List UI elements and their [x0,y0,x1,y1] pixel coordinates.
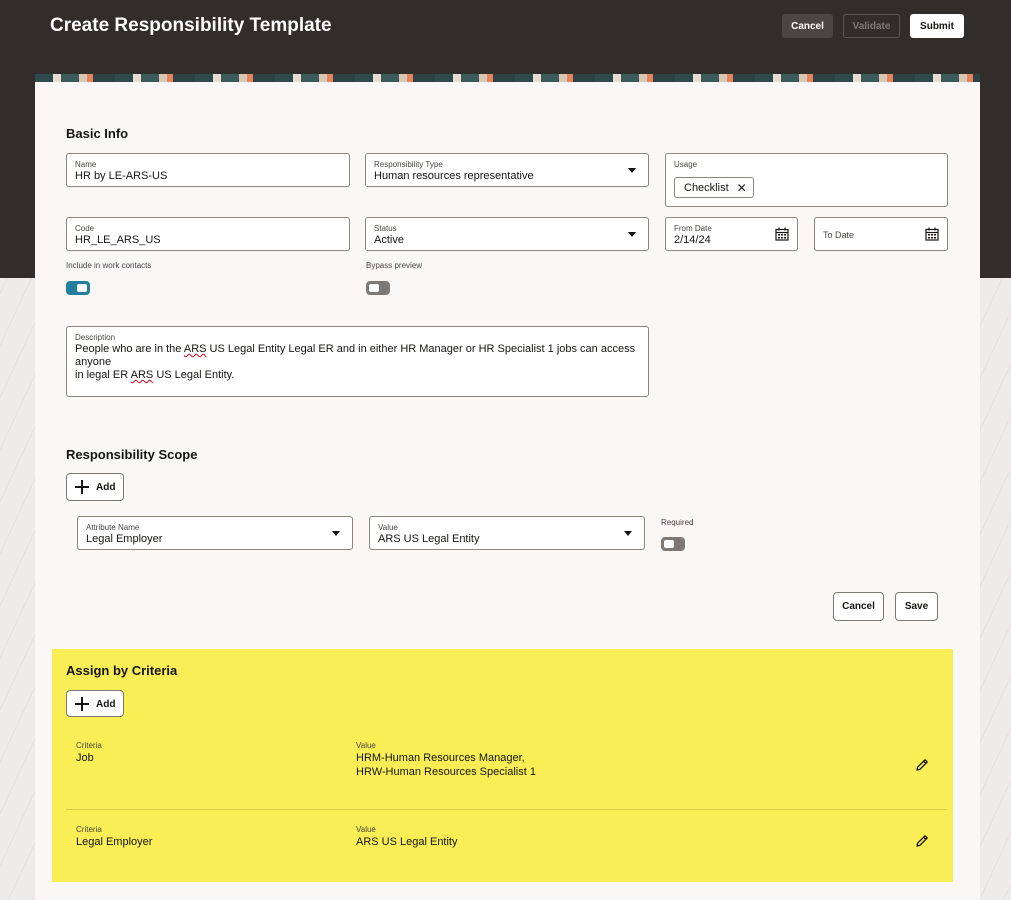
pencil-icon[interactable] [914,757,930,773]
criteria-label: Criteria [76,741,102,750]
calendar-icon[interactable] [925,227,939,241]
criteria-row: Criteria Job Value HRM-Human Resources M… [66,741,947,801]
name-label: Name [75,160,97,169]
caret-down-icon [628,168,636,173]
usage-chip: Checklist ✕ [674,177,754,198]
plus-icon [75,480,89,494]
usage-field[interactable]: Usage Checklist ✕ [665,153,948,207]
caret-down-icon [628,232,636,237]
assign-by-criteria-section: Assign by Criteria Add Criteria Job Valu… [52,649,953,882]
plus-icon [75,697,89,711]
description-value: People who are in the ARS US Legal Entit… [75,343,636,381]
usage-chip-label: Checklist [684,181,729,194]
add-scope-button[interactable]: Add [66,473,124,501]
responsibility-scope-title: Responsibility Scope [66,447,198,462]
caret-down-icon [332,531,340,536]
status-select[interactable]: Status Active [365,217,649,251]
decorative-banner [35,74,980,82]
responsibility-type-label: Responsibility Type [374,160,443,169]
criteria-label: Criteria [76,825,102,834]
to-date-field[interactable]: To Date [814,217,948,251]
pencil-icon[interactable] [914,833,930,849]
include-work-contacts-toggle[interactable] [66,281,90,295]
to-date-label: To Date [823,230,855,240]
code-field[interactable]: Code HR_LE_ARS_US [66,217,350,251]
criteria-value: Job [76,752,94,764]
status-label: Status [374,224,397,233]
value-line-1: ARS US Legal Entity [356,836,458,848]
scope-value-select[interactable]: Value ARS US Legal Entity [369,516,645,550]
responsibility-type-value: Human resources representative [374,170,534,182]
criteria-divider [66,809,947,810]
description-field[interactable]: Description People who are in the ARS US… [66,326,649,397]
validate-button[interactable]: Validate [843,14,900,38]
value-label: Value [356,825,376,834]
from-date-value: 2/14/24 [674,234,711,246]
attribute-name-label: Attribute Name [86,523,140,532]
criteria-row: Criteria Legal Employer Value ARS US Leg… [66,825,947,865]
form-card: Basic Info Name HR by LE-ARS-US Responsi… [35,82,980,900]
page-title: Create Responsibility Template [50,15,332,36]
code-label: Code [75,224,95,233]
bypass-preview-toggle[interactable] [366,281,390,295]
required-label: Required [661,518,694,527]
bypass-preview-label: Bypass preview [366,261,423,270]
value-label: Value [356,741,376,750]
attribute-name-value: Legal Employer [86,533,163,545]
usage-label: Usage [674,160,698,169]
scope-value-value: ARS US Legal Entity [378,533,480,545]
code-value: HR_LE_ARS_US [75,234,161,246]
name-field[interactable]: Name HR by LE-ARS-US [66,153,350,187]
cancel-button[interactable]: Cancel [782,14,833,38]
status-value: Active [374,234,404,246]
from-date-field[interactable]: From Date 2/14/24 [665,217,798,251]
assign-by-criteria-title: Assign by Criteria [66,663,178,678]
submit-button[interactable]: Submit [910,14,964,38]
responsibility-type-select[interactable]: Responsibility Type Human resources repr… [365,153,649,187]
scope-save-button[interactable]: Save [895,592,938,621]
scope-cancel-button[interactable]: Cancel [833,592,884,621]
criteria-value: Legal Employer [76,836,153,848]
description-label: Description [75,333,116,342]
from-date-label: From Date [674,224,712,233]
name-value: HR by LE-ARS-US [75,170,168,182]
add-scope-label: Add [96,482,116,493]
required-toggle[interactable] [661,537,685,551]
value-line-1: HRM-Human Resources Manager, [356,752,525,764]
calendar-icon[interactable] [775,227,789,241]
close-icon[interactable]: ✕ [737,181,747,195]
basic-info-title: Basic Info [66,126,129,141]
attribute-name-select[interactable]: Attribute Name Legal Employer [77,516,353,550]
value-line-2: HRW-Human Resources Specialist 1 [356,766,536,778]
scope-value-label: Value [378,523,398,532]
include-work-contacts-label: Include in work contacts [66,261,152,270]
add-criteria-label: Add [96,699,116,710]
add-criteria-button[interactable]: Add [66,690,124,717]
caret-down-icon [624,531,632,536]
